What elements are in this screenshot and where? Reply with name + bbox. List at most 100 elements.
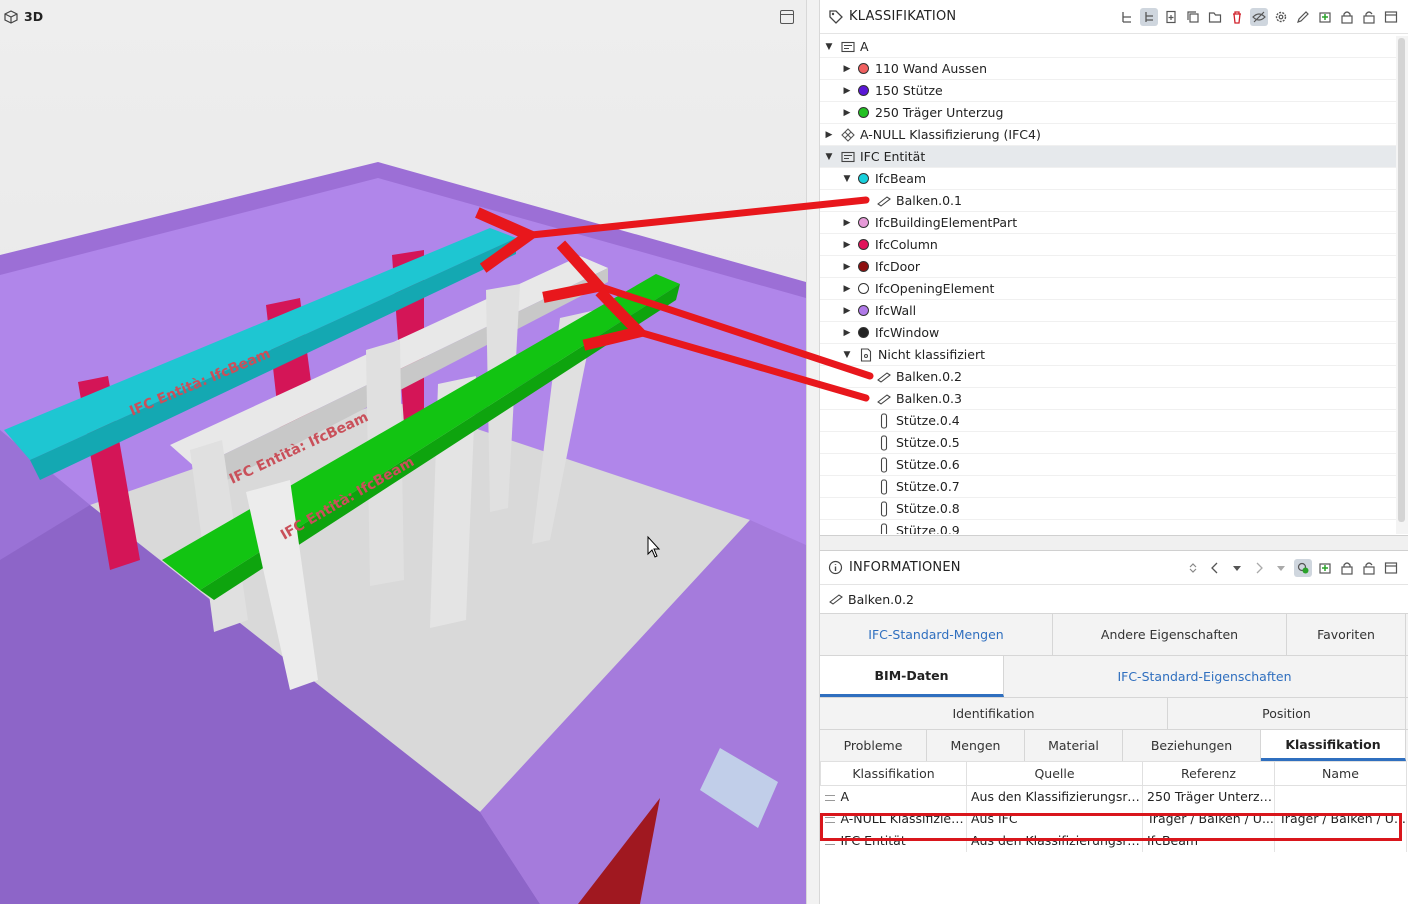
sync-selection-icon[interactable] xyxy=(1294,559,1312,577)
tree-scrollbar[interactable] xyxy=(1396,36,1408,534)
export-green-icon[interactable] xyxy=(1316,559,1334,577)
classification-tree[interactable]: ▼ A ▶ 110 Wand Aussen ▶ 150 Stütze ▶ 250 Träger… xyxy=(820,36,1396,534)
chevron-down-icon[interactable]: ▼ xyxy=(840,174,854,184)
lock-open-icon[interactable] xyxy=(1360,559,1378,577)
tab-position[interactable]: Position xyxy=(1168,698,1406,729)
color-dot-icon xyxy=(858,85,869,96)
tree-item[interactable]: ▶ IfcOpeningElement xyxy=(820,278,1396,300)
3d-scene[interactable]: IFC Entità: IfcBeam IFC Entità: IfcBeam … xyxy=(0,0,806,904)
drag-handle-icon[interactable] xyxy=(824,794,835,801)
tree-item[interactable]: ▶ 250 Träger Unterzug xyxy=(820,102,1396,124)
chevron-right-icon[interactable]: ▶ xyxy=(840,262,854,272)
tree-item[interactable]: ▶ 150 Stütze xyxy=(820,80,1396,102)
tab-probleme[interactable]: Probleme xyxy=(820,730,927,761)
hide-icon[interactable] xyxy=(1250,8,1268,26)
tree-item[interactable]: ▶ IfcWindow xyxy=(820,322,1396,344)
chevron-right-icon[interactable]: ▶ xyxy=(840,240,854,250)
ifc-icon xyxy=(840,127,856,142)
panel-divider[interactable] xyxy=(820,536,1408,550)
col-header-name[interactable]: Name xyxy=(1274,761,1407,786)
tree-item-label: IfcColumn xyxy=(875,237,938,252)
tree-item[interactable]: Stütze.0.8 xyxy=(820,498,1396,520)
tree-item-label: IfcBeam xyxy=(875,171,927,186)
tree-item[interactable]: ▼ A xyxy=(820,36,1396,58)
tree-item[interactable]: Balken.0.3 xyxy=(820,388,1396,410)
tab-beziehungen[interactable]: Beziehungen xyxy=(1123,730,1261,761)
forward-dropdown-icon[interactable] xyxy=(1272,559,1290,577)
splitter[interactable] xyxy=(806,0,820,904)
chevron-right-icon[interactable]: ▶ xyxy=(840,328,854,338)
chevron-down-icon[interactable]: ▼ xyxy=(840,350,854,360)
tab-material[interactable]: Material xyxy=(1025,730,1123,761)
panel-toggle-icon[interactable] xyxy=(1382,559,1400,577)
export-green-icon[interactable] xyxy=(1316,8,1334,26)
tab-klassifikation[interactable]: Klassifikation xyxy=(1261,730,1406,761)
hierarchy-icon[interactable] xyxy=(1118,8,1136,26)
tree-item[interactable]: ▶ A-NULL Klassifizierung (IFC4) xyxy=(820,124,1396,146)
3d-viewport[interactable]: IFC Entità: IfcBeam IFC Entità: IfcBeam … xyxy=(0,0,806,904)
col-header-referenz[interactable]: Referenz xyxy=(1142,761,1275,786)
tree-item[interactable]: ▶ IfcWall xyxy=(820,300,1396,322)
column-icon xyxy=(876,522,892,534)
tree-item[interactable]: ▶ 110 Wand Aussen xyxy=(820,58,1396,80)
chevron-right-icon[interactable]: ▶ xyxy=(840,218,854,228)
chevron-down-icon[interactable]: ▼ xyxy=(822,42,836,52)
col-header-quelle[interactable]: Quelle xyxy=(966,761,1143,786)
viewport-header: 3D xyxy=(4,9,43,24)
tab-ifc-standard-mengen[interactable]: IFC-Standard-Mengen xyxy=(820,614,1053,655)
panel-toggle-icon[interactable] xyxy=(1382,8,1400,26)
delete-icon[interactable] xyxy=(1228,8,1246,26)
tree-item-label: Balken.0.3 xyxy=(896,391,962,406)
viewport-title: 3D xyxy=(24,9,44,24)
col-header-klassifikation[interactable]: Klassifikation xyxy=(820,761,967,786)
tree-icon[interactable] xyxy=(1140,8,1158,26)
chevron-right-icon[interactable]: ▶ xyxy=(840,284,854,294)
tree-item[interactable]: Stütze.0.5 xyxy=(820,432,1396,454)
table-row[interactable]: A Aus den Klassifizierungsreg... 250 Trä… xyxy=(820,785,1407,808)
tab-mengen[interactable]: Mengen xyxy=(927,730,1025,761)
tree-item[interactable]: ▼ Nicht klassifiziert xyxy=(820,344,1396,366)
tree-item[interactable]: ▶ IfcDoor xyxy=(820,256,1396,278)
chevron-down-icon[interactable]: ▼ xyxy=(822,152,836,162)
table-cell: Aus den Klassifizierungsreg... xyxy=(966,785,1143,808)
tree-item[interactable]: Balken.0.1 xyxy=(820,190,1396,212)
tab-bim-daten[interactable]: BIM-Daten xyxy=(820,656,1004,697)
back-icon[interactable] xyxy=(1206,559,1224,577)
tree-item[interactable]: ▼ IFC Entität xyxy=(820,146,1396,168)
copy-icon[interactable] xyxy=(1184,8,1202,26)
tree-item[interactable]: ▶ IfcBuildingElementPart xyxy=(820,212,1396,234)
tree-scrollbar-thumb[interactable] xyxy=(1398,38,1405,522)
chevron-right-icon[interactable]: ▶ xyxy=(840,306,854,316)
tree-item[interactable]: ▼ IfcBeam xyxy=(820,168,1396,190)
lock-open-icon[interactable] xyxy=(1360,8,1378,26)
tree-item[interactable]: Stütze.0.7 xyxy=(820,476,1396,498)
tree-item[interactable]: Balken.0.2 xyxy=(820,366,1396,388)
tree-item[interactable]: Stütze.0.9 xyxy=(820,520,1396,534)
tree-item[interactable]: ▶ IfcColumn xyxy=(820,234,1396,256)
add-file-icon[interactable] xyxy=(1162,8,1180,26)
lock-icon[interactable] xyxy=(1338,559,1356,577)
tab-andere-eigenschaften[interactable]: Andere Eigenschaften xyxy=(1053,614,1287,655)
highlight-box xyxy=(820,813,1402,841)
color-dot-icon xyxy=(858,173,869,184)
tree-item-label: Nicht klassifiziert xyxy=(878,347,986,362)
chevron-right-icon[interactable]: ▶ xyxy=(822,130,836,140)
sort-icon[interactable] xyxy=(1184,559,1202,577)
cube-icon xyxy=(4,9,18,24)
tab-ifc-standard-eigenschaften[interactable]: IFC-Standard-Eigenschaften xyxy=(1004,656,1406,697)
column-icon xyxy=(876,412,892,429)
tree-item[interactable]: Stütze.0.4 xyxy=(820,410,1396,432)
tab-identifikation[interactable]: Identifikation xyxy=(820,698,1168,729)
forward-icon[interactable] xyxy=(1250,559,1268,577)
history-dropdown-icon[interactable] xyxy=(1228,559,1246,577)
chevron-right-icon[interactable]: ▶ xyxy=(840,64,854,74)
tree-item[interactable]: Stütze.0.6 xyxy=(820,454,1396,476)
pencil-icon[interactable] xyxy=(1294,8,1312,26)
folder-icon[interactable] xyxy=(1206,8,1224,26)
chevron-right-icon[interactable]: ▶ xyxy=(840,108,854,118)
maximize-icon[interactable] xyxy=(780,10,794,24)
chevron-right-icon[interactable]: ▶ xyxy=(840,86,854,96)
tab-favoriten[interactable]: Favoriten xyxy=(1287,614,1406,655)
gear-icon[interactable] xyxy=(1272,8,1290,26)
lock-icon[interactable] xyxy=(1338,8,1356,26)
